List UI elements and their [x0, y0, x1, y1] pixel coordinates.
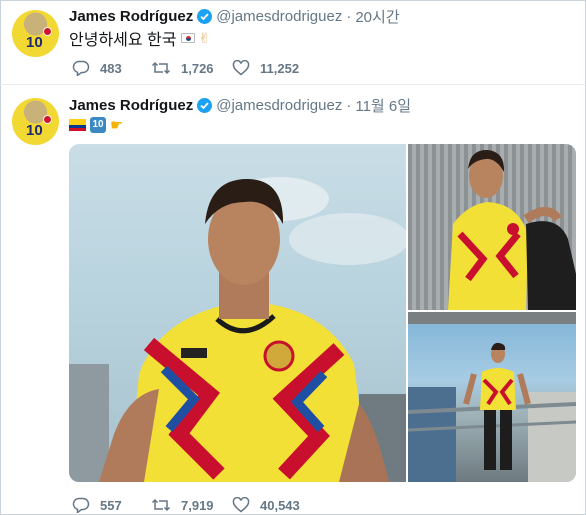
photo-top-right[interactable]: [408, 144, 576, 310]
like-count: 40,543: [260, 497, 300, 513]
verified-badge-icon: [197, 98, 213, 113]
tweet-header: James Rodríguez @jamesdrodriguez · 11월 6…: [69, 95, 411, 116]
tweet-header: James Rodríguez @jamesdrodriguez · 20시간: [69, 6, 400, 27]
photo-top-right-art: [448, 149, 576, 310]
reply-button[interactable]: 557: [72, 497, 151, 513]
separator: ·: [346, 97, 352, 114]
tweet-actions: 557 7,919 40,543: [72, 497, 300, 513]
crest-icon: [43, 27, 52, 36]
heart-icon: [232, 497, 250, 513]
timestamp[interactable]: 20시간: [355, 6, 399, 27]
avatar[interactable]: 10: [12, 98, 59, 145]
like-button[interactable]: 11,252: [232, 60, 299, 76]
tweet-text-body: 안녕하세요 한국: [69, 32, 177, 49]
media-grid: [69, 144, 576, 482]
tweet-text: 10 ☛: [69, 116, 123, 134]
retweet-button[interactable]: 7,919: [151, 497, 232, 513]
reply-icon: [72, 497, 90, 513]
crest-icon: [43, 115, 52, 124]
separator: ·: [346, 8, 352, 25]
reply-count: 557: [100, 497, 122, 513]
tweet-1[interactable]: 10 James Rodríguez @jamesdrodriguez · 20…: [0, 0, 586, 85]
tweet-actions: 483 1,726 11,252: [72, 60, 299, 76]
victory-hand-icon: ✌: [198, 29, 211, 46]
photo-bottom-right-art: [408, 312, 576, 482]
photo-main[interactable]: [69, 144, 406, 482]
author-handle[interactable]: @jamesdrodriguez: [216, 8, 342, 25]
retweet-count: 1,726: [181, 60, 214, 76]
reply-count: 483: [100, 60, 122, 76]
reply-button[interactable]: 483: [72, 60, 151, 76]
tweet-text: 안녕하세요 한국 ✌: [69, 26, 210, 50]
author-name[interactable]: James Rodríguez: [69, 8, 193, 25]
heart-icon: [232, 60, 250, 76]
author-handle[interactable]: @jamesdrodriguez: [216, 97, 342, 114]
south-korea-flag-icon: [180, 33, 195, 43]
reply-icon: [72, 60, 90, 76]
like-count: 11,252: [260, 60, 300, 76]
verified-badge-icon: [197, 9, 213, 24]
avatar[interactable]: 10: [12, 10, 59, 57]
avatar-number: 10: [26, 122, 43, 139]
retweet-count: 7,919: [181, 497, 214, 513]
retweet-button[interactable]: 1,726: [151, 60, 232, 76]
colombia-flag-icon: [69, 119, 86, 131]
timestamp[interactable]: 11월 6일: [355, 95, 411, 116]
photo-main-art: [69, 177, 406, 482]
photo-bottom-right[interactable]: [408, 312, 576, 482]
keycap-ten-icon: 10: [90, 117, 106, 133]
author-name[interactable]: James Rodríguez: [69, 97, 193, 114]
retweet-icon: [151, 498, 171, 512]
like-button[interactable]: 40,543: [232, 497, 300, 513]
retweet-icon: [151, 61, 171, 75]
avatar-number: 10: [26, 34, 43, 51]
pointing-right-icon: ☛: [110, 117, 124, 134]
tweet-2[interactable]: 10 James Rodríguez @jamesdrodriguez · 11…: [0, 85, 586, 515]
